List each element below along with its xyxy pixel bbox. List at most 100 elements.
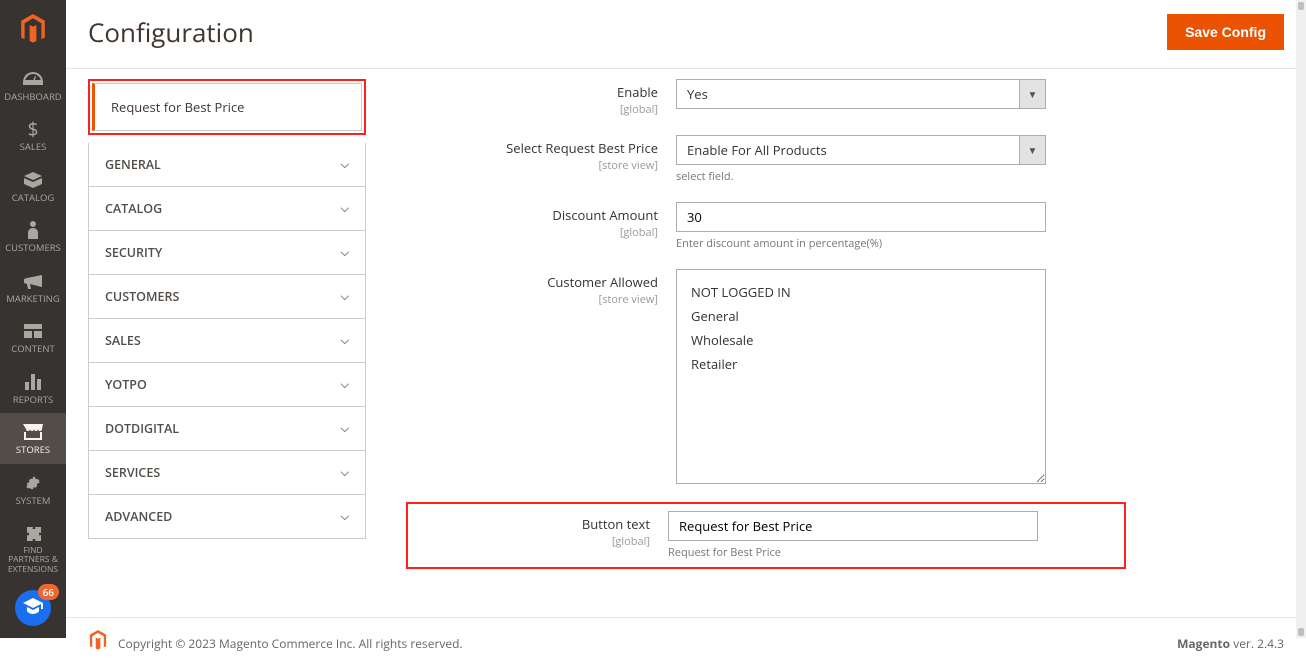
label-col: Select Request Best Price [store view] xyxy=(416,135,676,173)
chevron-down-icon: ⌵ xyxy=(341,201,349,216)
save-config-button[interactable]: Save Config xyxy=(1167,14,1284,50)
tab-label: GENERAL xyxy=(105,156,161,173)
label-col: Customer Allowed [store view] xyxy=(416,269,676,307)
chevron-down-icon[interactable]: ▼ xyxy=(1019,80,1045,108)
footer-copyright: Copyright © 2023 Magento Commerce Inc. A… xyxy=(118,635,463,652)
help-bubble[interactable]: 66 xyxy=(15,590,51,626)
nav-sales[interactable]: $ SALES xyxy=(0,110,66,160)
field-scope: [store view] xyxy=(416,292,658,307)
config-tabs: Request for Best Price GENERAL ⌵ CATALOG… xyxy=(88,79,366,587)
footer-version-text: ver. 2.4.3 xyxy=(1230,635,1284,652)
label-col: Enable [global] xyxy=(416,79,676,117)
select-value: Yes xyxy=(677,80,1019,108)
page-title: Configuration xyxy=(88,14,254,50)
layout-icon xyxy=(24,321,42,341)
field-hint: Request for Best Price xyxy=(668,545,1114,560)
person-icon xyxy=(28,220,38,240)
magento-logo[interactable] xyxy=(0,0,66,60)
tab-label: SERVICES xyxy=(105,464,160,481)
row-discount: Discount Amount [global] Enter discount … xyxy=(416,202,1116,251)
row-select-request: Select Request Best Price [store view] E… xyxy=(416,135,1116,184)
chevron-down-icon: ⌵ xyxy=(341,465,349,480)
chevron-down-icon: ⌵ xyxy=(341,421,349,436)
footer-product: Magento xyxy=(1177,635,1230,652)
option-retailer[interactable]: Retailer xyxy=(691,352,1031,376)
tab-general[interactable]: GENERAL ⌵ xyxy=(89,143,365,187)
help-badge: 66 xyxy=(38,584,59,600)
tab-label: YOTPO xyxy=(105,376,147,393)
megaphone-icon xyxy=(24,271,42,291)
box-icon xyxy=(24,170,42,190)
chevron-down-icon: ⌵ xyxy=(341,333,349,348)
tab-request-best-price[interactable]: Request for Best Price xyxy=(92,83,362,131)
tab-advanced[interactable]: ADVANCED ⌵ xyxy=(89,495,365,538)
form-area: Enable [global] Yes ▼ Select Request Bes… xyxy=(416,79,1116,587)
footer-left: Copyright © 2023 Magento Commerce Inc. A… xyxy=(88,630,463,656)
store-icon xyxy=(23,422,43,442)
tab-label: SALES xyxy=(105,332,141,349)
tab-dotdigital[interactable]: DOTDIGITAL ⌵ xyxy=(89,407,365,451)
select-value: Enable For All Products xyxy=(677,136,1019,164)
tab-label: SECURITY xyxy=(105,244,162,261)
chevron-down-icon: ⌵ xyxy=(341,509,349,524)
tab-customers[interactable]: CUSTOMERS ⌵ xyxy=(89,275,365,319)
field-label: Select Request Best Price xyxy=(506,139,658,157)
chevron-down-icon[interactable]: ▼ xyxy=(1019,136,1045,164)
gear-icon xyxy=(24,473,42,493)
input-col: Enter discount amount in percentage(%) xyxy=(676,202,1116,251)
magento-footer-logo-icon xyxy=(88,630,108,656)
row-enable: Enable [global] Yes ▼ xyxy=(416,79,1116,117)
enable-select[interactable]: Yes ▼ xyxy=(676,79,1046,109)
option-not-logged-in[interactable]: NOT LOGGED IN xyxy=(691,280,1031,304)
nav-catalog[interactable]: CATALOG xyxy=(0,161,66,211)
tab-label: DOTDIGITAL xyxy=(105,420,179,437)
tab-label: ADVANCED xyxy=(105,508,172,525)
field-label: Button text xyxy=(582,515,650,533)
option-general[interactable]: General xyxy=(691,304,1031,328)
tab-catalog[interactable]: CATALOG ⌵ xyxy=(89,187,365,231)
field-label: Discount Amount xyxy=(552,206,658,224)
nav-system[interactable]: SYSTEM xyxy=(0,464,66,514)
nav-reports[interactable]: REPORTS xyxy=(0,363,66,413)
chevron-down-icon: ⌵ xyxy=(341,289,349,304)
chevron-down-icon: ⌵ xyxy=(341,157,349,172)
page: Configuration Save Config Request for Be… xyxy=(66,0,1306,668)
highlight-active-tab: Request for Best Price xyxy=(88,79,366,135)
field-hint: select field. xyxy=(676,169,1116,184)
nav-dashboard[interactable]: DASHBOARD xyxy=(0,60,66,110)
option-wholesale[interactable]: Wholesale xyxy=(691,328,1031,352)
tab-services[interactable]: SERVICES ⌵ xyxy=(89,451,365,495)
customer-allowed-multiselect[interactable]: NOT LOGGED IN General Wholesale Retailer xyxy=(676,269,1046,484)
request-best-price-select[interactable]: Enable For All Products ▼ xyxy=(676,135,1046,165)
dollar-icon: $ xyxy=(28,119,39,139)
chevron-down-icon: ⌵ xyxy=(341,245,349,260)
nav-stores[interactable]: STORES xyxy=(0,413,66,463)
magento-logo-icon xyxy=(19,14,47,46)
footer-version: Magento ver. 2.4.3 xyxy=(1177,635,1284,652)
nav-content[interactable]: CONTENT xyxy=(0,312,66,362)
field-scope: [global] xyxy=(408,534,650,549)
page-header: Configuration Save Config xyxy=(66,0,1306,69)
field-scope: [store view] xyxy=(416,158,658,173)
button-text-input[interactable] xyxy=(668,511,1038,541)
tab-label: CATALOG xyxy=(105,200,162,217)
nav-marketing[interactable]: MARKETING xyxy=(0,262,66,312)
outer-scrollbar[interactable] xyxy=(1296,0,1306,638)
discount-amount-input[interactable] xyxy=(676,202,1046,232)
scroll-up-icon xyxy=(1298,2,1304,10)
tab-security[interactable]: SECURITY ⌵ xyxy=(89,231,365,275)
input-col: Request for Best Price xyxy=(668,511,1114,560)
tab-yotpo[interactable]: YOTPO ⌵ xyxy=(89,363,365,407)
gauge-icon xyxy=(23,69,43,89)
nav-find-partners[interactable]: FIND PARTNERS & EXTENSIONS xyxy=(0,514,66,582)
field-label: Customer Allowed xyxy=(547,273,658,291)
scroll-down-icon xyxy=(1298,628,1304,636)
nav-customers[interactable]: CUSTOMERS xyxy=(0,211,66,261)
input-col: NOT LOGGED IN General Wholesale Retailer xyxy=(676,269,1116,484)
label-col: Button text [global] xyxy=(408,511,668,549)
tab-sales[interactable]: SALES ⌵ xyxy=(89,319,365,363)
field-hint: Enter discount amount in percentage(%) xyxy=(676,236,1116,251)
tab-group: GENERAL ⌵ CATALOG ⌵ SECURITY ⌵ CUSTOMERS… xyxy=(88,143,366,539)
input-col: Yes ▼ xyxy=(676,79,1116,109)
row-button-text: Button text [global] Request for Best Pr… xyxy=(406,502,1126,569)
